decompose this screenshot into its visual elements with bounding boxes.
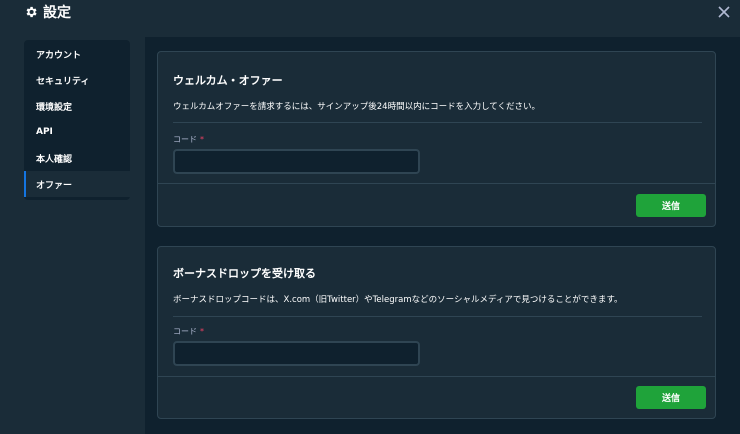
sidebar-item-security[interactable]: セキュリティ (24, 67, 130, 93)
header: 設定 (0, 0, 740, 28)
gear-icon (26, 6, 37, 18)
sidebar-item-offers[interactable]: オファー (24, 171, 130, 197)
divider (173, 316, 702, 317)
sidebar-item-account[interactable]: アカウント (24, 41, 130, 67)
bonus-drop-description: ボーナスドロップコードは、X.com（旧Twitter）やTelegramなどの… (173, 295, 623, 305)
divider (173, 122, 702, 123)
sidebar-item-label: セキュリティ (36, 76, 90, 87)
sidebar-item-label: 本人確認 (36, 154, 73, 165)
divider (158, 376, 715, 377)
bonus-submit-button[interactable]: 送信 (636, 386, 706, 409)
sidebar-item-api[interactable]: API (24, 119, 130, 145)
close-icon[interactable] (716, 4, 732, 20)
welcome-offer-title: ウェルカム・オファー (173, 74, 283, 87)
bonus-drop-title: ボーナスドロップを受け取る (173, 267, 316, 280)
welcome-code-input[interactable] (173, 149, 420, 174)
welcome-submit-button[interactable]: 送信 (636, 194, 706, 217)
welcome-offer-description: ウェルカムオファーを請求するには、サインアップ後24時間以内にコードを入力してく… (173, 102, 541, 112)
required-mark: * (200, 135, 204, 144)
sidebar-item-label: アカウント (36, 50, 82, 61)
bonus-code-label: コード * (173, 327, 204, 336)
sidebar-item-label: オファー (36, 180, 73, 191)
page-title: 設定 (43, 5, 71, 21)
sidebar-item-label: 環境設定 (36, 102, 73, 113)
offers-content: ウェルカム・オファー ウェルカムオファーを請求するには、サインアップ後24時間以… (145, 37, 740, 434)
divider (158, 183, 715, 184)
welcome-code-label: コード * (173, 135, 204, 144)
sidebar-item-verification[interactable]: 本人確認 (24, 145, 130, 171)
sidebar-item-label: API (36, 127, 53, 137)
settings-sidebar: アカウント セキュリティ 環境設定 API 本人確認 オファー (24, 40, 130, 200)
welcome-offer-card: ウェルカム・オファー ウェルカムオファーを請求するには、サインアップ後24時間以… (157, 51, 716, 227)
sidebar-item-preferences[interactable]: 環境設定 (24, 93, 130, 119)
bonus-drop-card: ボーナスドロップを受け取る ボーナスドロップコードは、X.com（旧Twitte… (157, 246, 716, 419)
bonus-code-input[interactable] (173, 341, 420, 366)
required-mark: * (200, 327, 204, 336)
